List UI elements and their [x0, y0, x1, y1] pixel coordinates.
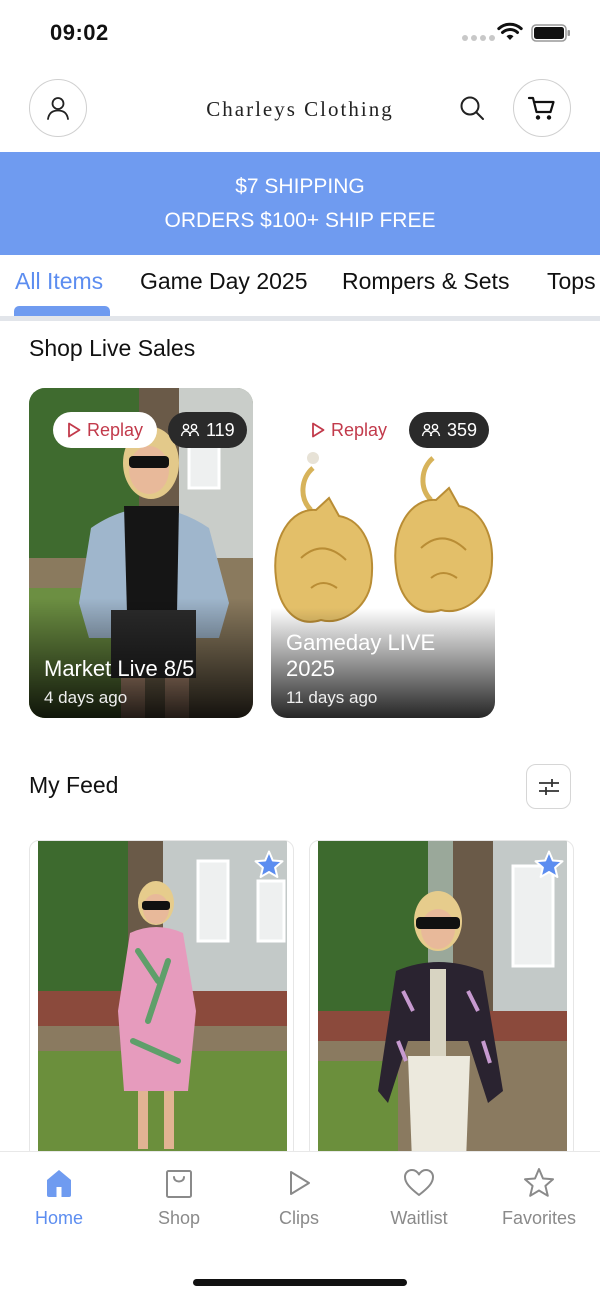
active-tab-indicator [14, 306, 110, 316]
banner-line-2: ORDERS $100+ SHIP FREE [164, 209, 436, 232]
live-sale-date: 11 days ago [286, 688, 378, 707]
search-icon[interactable] [458, 94, 486, 122]
my-feed-heading: My Feed [29, 772, 119, 798]
user-icon [47, 97, 69, 120]
status-bar: 09:02 [0, 0, 600, 64]
home-icon [47, 1170, 71, 1197]
cart-button[interactable] [513, 79, 571, 137]
nav-label: Favorites [501, 1208, 577, 1228]
live-sale-title: Market Live 8/5 [44, 656, 195, 681]
tab-tops[interactable]: Tops [547, 268, 596, 295]
live-sale-card[interactable]: Replay 119 Market Live 8/5 4 days ago [29, 388, 253, 718]
nav-shop[interactable]: Shop [124, 1166, 234, 1229]
shop-bag-icon [166, 1170, 192, 1198]
live-sale-card[interactable]: Replay 359 Gameday LIVE 2025 11 days ago [271, 388, 495, 718]
sliders-icon [538, 778, 559, 795]
viewer-count-badge: 119 [168, 412, 247, 448]
live-sales-heading: Shop Live Sales [29, 335, 196, 361]
nav-label: Clips [278, 1208, 319, 1228]
nav-label: Shop [157, 1208, 201, 1228]
category-tabs: All Items Game Day 2025 Rompers & Sets T… [0, 255, 600, 321]
favorite-star-icon[interactable] [533, 849, 565, 881]
nav-home[interactable]: Home [4, 1166, 114, 1229]
heart-icon [404, 1169, 434, 1196]
app-header: Charleys Clothing [0, 64, 600, 152]
tab-game-day-2025[interactable]: Game Day 2025 [140, 268, 307, 295]
profile-button[interactable] [29, 79, 87, 137]
tab-rompers-sets[interactable]: Rompers & Sets [342, 268, 509, 295]
shipping-banner: $7 SHIPPING ORDERS $100+ SHIP FREE [0, 152, 600, 255]
cellular-signal-icon [462, 35, 495, 41]
replay-label: Replay [331, 419, 388, 440]
nav-label: Home [34, 1208, 83, 1228]
viewer-count: 119 [206, 419, 235, 440]
nav-label: Waitlist [390, 1208, 448, 1228]
favorite-star-icon[interactable] [253, 849, 285, 881]
product-image [318, 841, 567, 1159]
nav-waitlist[interactable]: Waitlist [364, 1166, 474, 1229]
viewer-count-badge: 359 [409, 412, 490, 448]
play-outline-icon [312, 422, 325, 438]
brand-logo[interactable]: Charleys Clothing [150, 97, 450, 122]
banner-line-1: $7 SHIPPING [235, 175, 365, 198]
replay-badge[interactable]: Replay [297, 412, 401, 448]
viewer-count: 359 [447, 419, 478, 440]
filter-button[interactable] [526, 764, 571, 809]
nav-favorites[interactable]: Favorites [484, 1166, 594, 1229]
live-sale-title: Gameday LIVE 2025 [286, 630, 436, 681]
tab-all-items[interactable]: All Items [15, 268, 103, 295]
star-icon [524, 1168, 554, 1197]
bottom-nav: Home Shop Clips Waitlist Favorites [0, 1151, 600, 1299]
product-card[interactable] [29, 840, 294, 1160]
play-icon [290, 1171, 310, 1195]
replay-label: Replay [87, 419, 144, 440]
status-time: 09:02 [50, 20, 109, 45]
wifi-icon [497, 22, 523, 40]
viewers-icon [180, 423, 200, 437]
battery-icon [531, 24, 570, 42]
replay-badge[interactable]: Replay [53, 412, 158, 448]
product-card[interactable] [309, 840, 574, 1160]
play-outline-icon [68, 422, 81, 438]
nav-clips[interactable]: Clips [244, 1166, 354, 1229]
cart-icon [527, 96, 555, 120]
home-indicator [193, 1279, 407, 1286]
product-image [38, 841, 287, 1159]
viewers-icon [421, 423, 441, 437]
live-sale-date: 4 days ago [44, 688, 128, 707]
